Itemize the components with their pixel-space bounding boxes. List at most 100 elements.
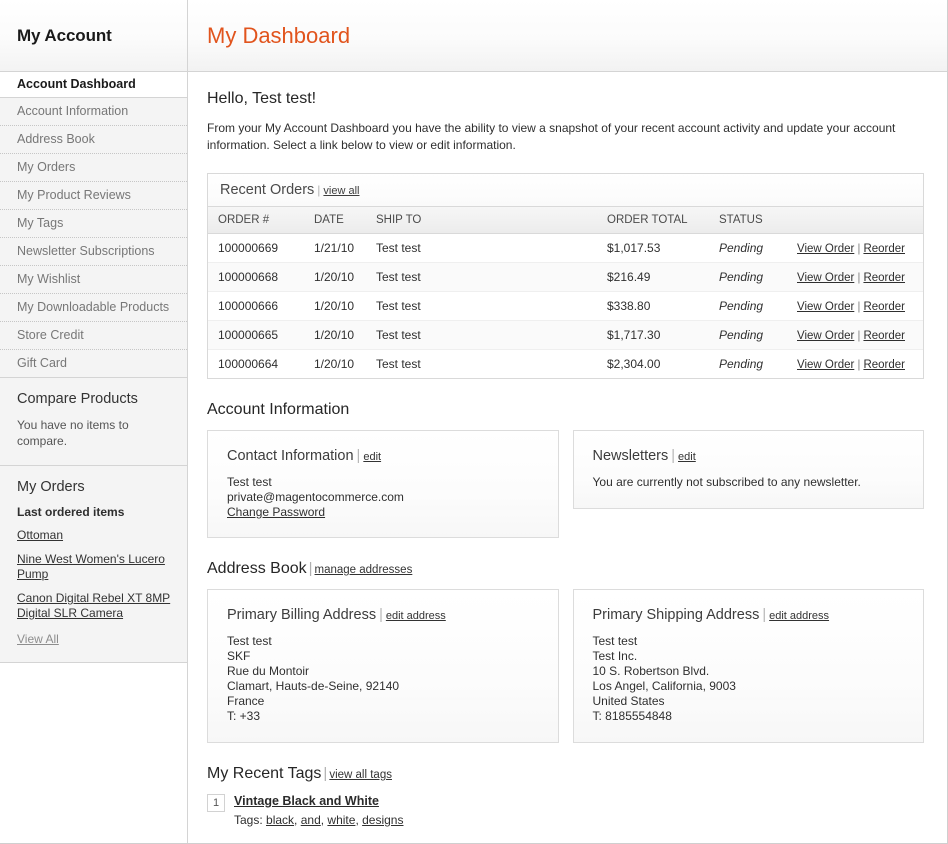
tag-link[interactable]: and [301,813,321,827]
sidebar-item-account-dashboard[interactable]: Account Dashboard [0,72,187,98]
cell-order-total: $216.49 [597,262,709,292]
main-content: My Dashboard Hello, Test test! From your… [188,0,947,843]
compare-products-title: Compare Products [17,391,138,407]
recent-orders-title: Recent Orders [220,182,315,198]
sidebar-item-account-information[interactable]: Account Information [0,98,187,126]
recent-tags-title: My Recent Tags [207,765,322,782]
column-header-ship-to: SHIP TO [366,207,597,234]
sidebar: My Account Account Dashboard Account Inf… [0,0,188,843]
cell-date: 1/21/10 [304,233,366,263]
page-root: My Account Account Dashboard Account Inf… [0,0,948,844]
cell-actions: View Order | Reorder [787,233,923,263]
cell-date: 1/20/10 [304,320,366,350]
address-book-title: Address Book [207,560,307,577]
view-order-link[interactable]: View Order [797,301,854,313]
view-all-orders-link[interactable]: View All [17,632,59,646]
tag-entry-body: Vintage Black and White Tags: black, and… [234,794,403,827]
list-item: Nine West Women's Lucero Pump [17,552,171,582]
billing-edit-address-link[interactable]: edit address [386,610,446,622]
sidebar-title: My Account [17,25,112,45]
address-book-heading: Address Book | manage addresses [207,560,924,578]
cell-order-number: 100000665 [208,320,304,350]
contact-information-header: Contact Information | edit [227,448,540,464]
greeting-text: Hello, Test test! [207,90,317,107]
address-line: Test Inc. [592,649,638,663]
action-separator: | [857,357,861,371]
cell-status: Pending [709,262,787,292]
recent-orders-panel: Recent Orders | view all ORDER # DATE SHIP… [207,173,924,379]
reorder-link[interactable]: Reorder [863,330,905,342]
cell-status: Pending [709,233,787,263]
contact-edit-link[interactable]: edit [363,451,381,463]
title-separator: | [762,607,767,623]
contact-information-column: Contact Information | edit Test test priva… [207,430,559,538]
sidebar-item-label: My Tags [17,216,64,230]
sidebar-item-my-downloadable-products[interactable]: My Downloadable Products [0,294,187,322]
cell-status: Pending [719,357,764,371]
last-ordered-item-link[interactable]: Ottoman [17,528,63,542]
address-line: Clamart, Hauts-de-Seine, 92140 [227,679,400,693]
primary-billing-address-box: Primary Billing Address | edit address Tes… [207,589,559,743]
sidebar-item-my-product-reviews[interactable]: My Product Reviews [0,182,187,210]
tag-link[interactable]: designs [362,813,403,827]
manage-addresses-link[interactable]: manage addresses [315,564,413,576]
primary-shipping-address-box: Primary Shipping Address | edit address Te… [572,589,924,743]
shipping-address-title: Primary Shipping Address [592,607,760,623]
address-book-columns: Primary Billing Address | edit address Tes… [207,589,924,743]
sidebar-item-gift-card[interactable]: Gift Card [0,350,187,378]
view-order-link[interactable]: View Order [797,330,854,342]
table-row: 100000664 1/20/10 Test test $2,304.00 Pe… [208,350,923,379]
view-order-link[interactable]: View Order [797,243,854,255]
sidebar-item-my-tags[interactable]: My Tags [0,210,187,238]
account-information-heading: Account Information [207,401,350,418]
content-area: Hello, Test test! From your My Account D… [188,72,947,827]
billing-address-column: Primary Billing Address | edit address Tes… [207,589,559,743]
sidebar-item-my-wishlist[interactable]: My Wishlist [0,266,187,294]
cell-ship-to: Test test [366,233,597,263]
list-item: Ottoman [17,528,171,543]
tag-comma: , [294,813,301,827]
contact-name: Test test [227,475,272,489]
shipping-edit-address-link[interactable]: edit address [769,610,829,622]
cell-date: 1/20/10 [304,262,366,292]
address-line: 10 S. Robertson Blvd. [592,664,710,678]
cell-order-total: $1,717.30 [597,320,709,350]
cell-order-total: $2,304.00 [607,357,661,371]
tag-entry-number: 1 [207,794,225,812]
shipping-address-header: Primary Shipping Address | edit address [593,607,906,623]
reorder-link[interactable]: Reorder [863,359,905,371]
sidebar-item-label: Gift Card [17,356,68,370]
tag-link[interactable]: white [327,813,355,827]
last-ordered-item-link[interactable]: Nine West Women's Lucero Pump [17,552,165,581]
shipping-address-column: Primary Shipping Address | edit address Te… [572,589,924,743]
view-all-tags-link[interactable]: view all tags [329,769,392,781]
cell-actions: View Order | Reorder [787,291,923,321]
title-separator: | [317,183,321,197]
cell-ship-to: Test test [366,262,597,292]
account-information-columns: Contact Information | edit Test test priva… [207,430,924,538]
sidebar-item-store-credit[interactable]: Store Credit [0,322,187,350]
table-body: 100000669 1/21/10 Test test $1,017.53 Pe… [208,233,923,379]
newsletters-edit-link[interactable]: edit [678,451,696,463]
reorder-link[interactable]: Reorder [863,243,905,255]
sidebar-nav: Account Dashboard Account Information Ad… [0,72,187,378]
sidebar-item-my-orders[interactable]: My Orders [0,154,187,182]
contact-information-title: Contact Information [227,448,354,464]
title-separator: | [308,560,313,577]
action-separator: | [857,328,861,342]
sidebar-item-newsletter-subscriptions[interactable]: Newsletter Subscriptions [0,238,187,266]
reorder-link[interactable]: Reorder [863,272,905,284]
tagged-product-link[interactable]: Vintage Black and White [234,794,379,808]
tag-link[interactable]: black [266,813,294,827]
sidebar-item-address-book[interactable]: Address Book [0,126,187,154]
cell-order-number: 100000669 [208,233,304,263]
last-ordered-item-link[interactable]: Canon Digital Rebel XT 8MP Digital SLR C… [17,591,170,620]
change-password-link[interactable]: Change Password [227,505,325,519]
view-order-link[interactable]: View Order [797,272,854,284]
cell-status: Pending [709,320,787,350]
view-order-link[interactable]: View Order [797,359,854,371]
reorder-link[interactable]: Reorder [863,301,905,313]
shipping-address-lines: Test test Test Inc. 10 S. Robertson Blvd… [593,634,906,724]
compare-products-empty-text: You have no items to compare. [17,418,129,448]
recent-orders-view-all-link[interactable]: view all [323,185,359,197]
